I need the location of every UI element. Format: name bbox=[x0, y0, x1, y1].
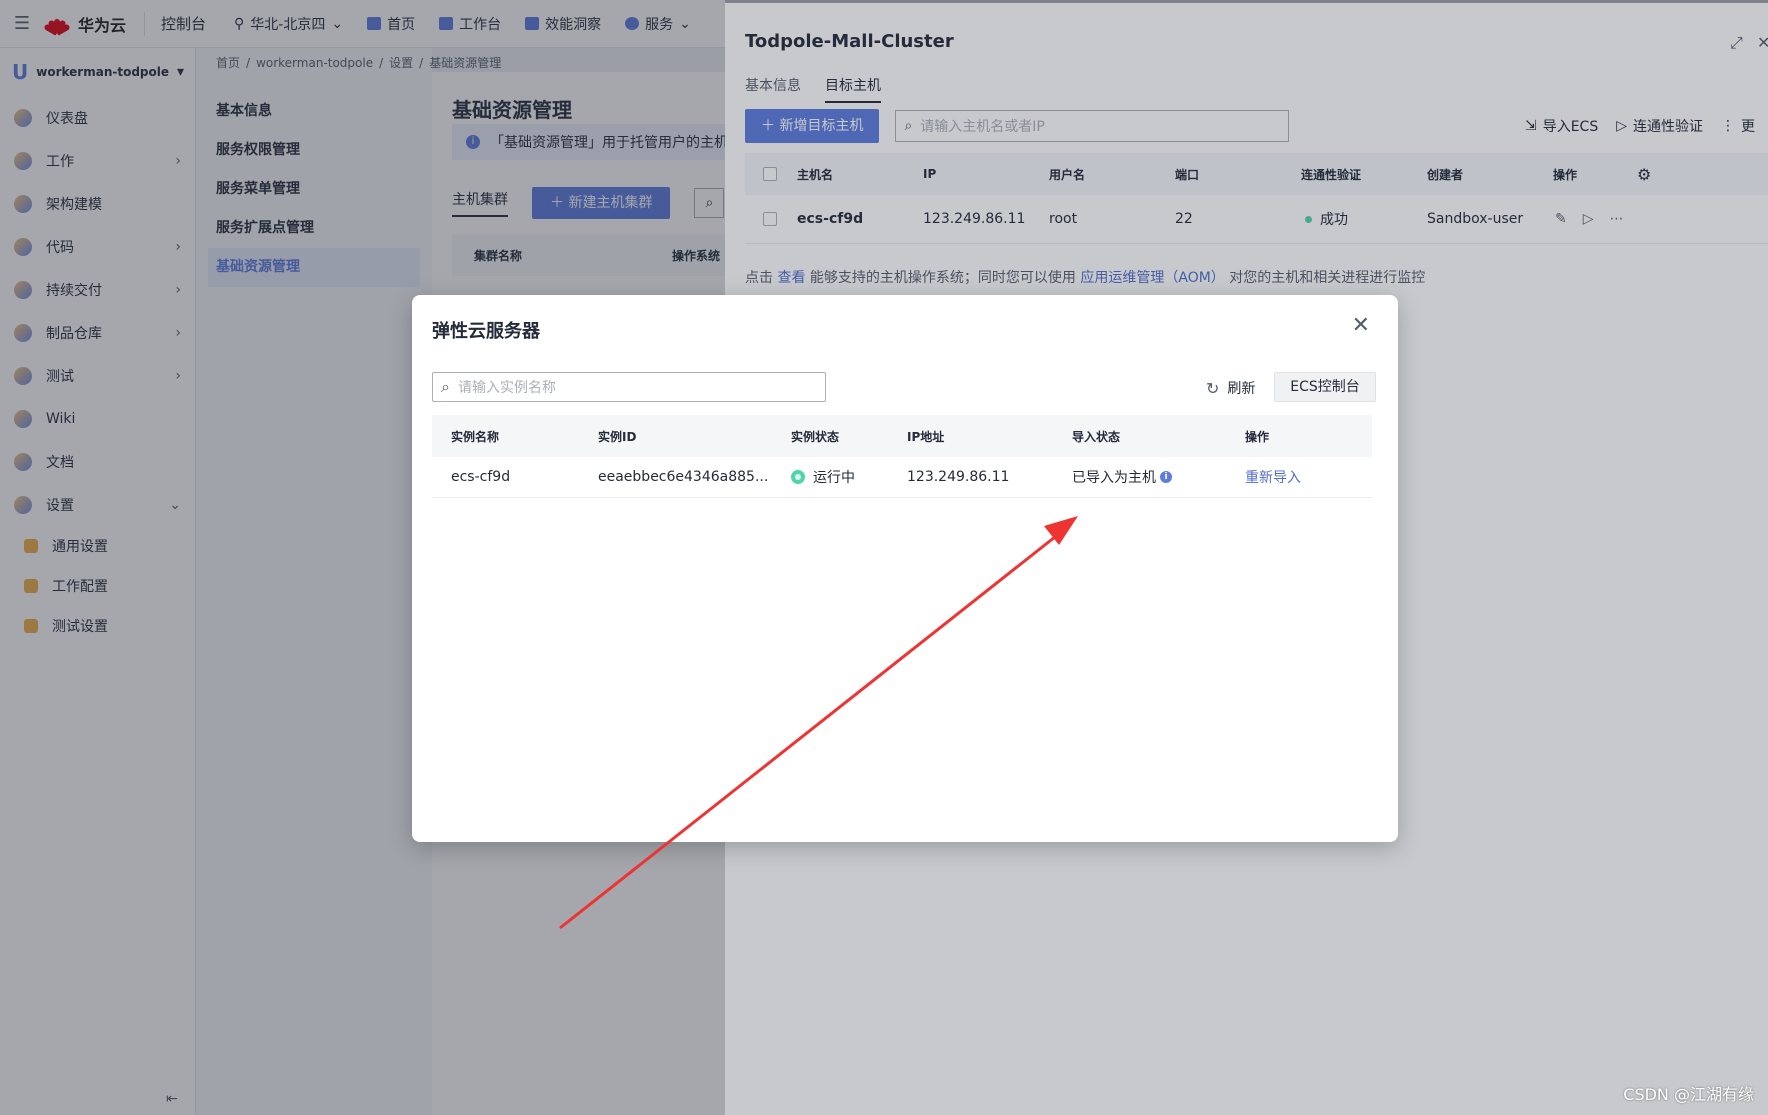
column-actions: 操作 bbox=[1245, 429, 1270, 444]
instance-state: 运行中 bbox=[791, 457, 855, 497]
import-state-label: 已导入为主机 bbox=[1072, 470, 1156, 486]
refresh-icon: ↻ bbox=[1206, 378, 1220, 398]
instance-search-input[interactable]: ⌕ 请输入实例名称 bbox=[432, 372, 826, 402]
instance-id: eeaebbec6e4346a885... bbox=[598, 469, 769, 485]
instance-ip: 123.249.86.11 bbox=[907, 469, 1010, 485]
running-status-icon bbox=[791, 470, 805, 484]
refresh-button[interactable]: ↻ 刷新 bbox=[1206, 373, 1255, 403]
column-instance-state: 实例状态 bbox=[791, 429, 840, 444]
column-ip-address: IP地址 bbox=[907, 429, 945, 444]
import-state: 已导入为主机 i bbox=[1072, 457, 1172, 497]
info-icon[interactable]: i bbox=[1160, 471, 1172, 483]
ecs-table-header: 实例名称 实例ID 实例状态 IP地址 导入状态 操作 bbox=[432, 415, 1372, 457]
ecs-console-button[interactable]: ECS控制台 bbox=[1274, 372, 1376, 402]
reimport-link[interactable]: 重新导入 bbox=[1245, 457, 1301, 497]
dialog-title: 弹性云服务器 bbox=[432, 321, 540, 342]
refresh-label: 刷新 bbox=[1227, 381, 1256, 397]
instance-search-placeholder: 请输入实例名称 bbox=[457, 380, 556, 396]
column-instance-name: 实例名称 bbox=[451, 429, 500, 444]
table-row: ecs-cf9d eeaebbec6e4346a885... 运行中 123.2… bbox=[432, 457, 1372, 498]
watermark: CSDN @江湖有缘 bbox=[1623, 1085, 1754, 1104]
instance-state-label: 运行中 bbox=[813, 470, 855, 486]
search-icon: ⌕ bbox=[441, 377, 450, 396]
column-import-state: 导入状态 bbox=[1072, 429, 1121, 444]
close-icon[interactable]: ✕ bbox=[1352, 313, 1370, 338]
instance-name: ecs-cf9d bbox=[451, 469, 511, 485]
ecs-dialog: 弹性云服务器 ✕ ⌕ 请输入实例名称 ↻ 刷新 ECS控制台 实例名称 实例ID… bbox=[412, 295, 1398, 842]
column-instance-id: 实例ID bbox=[598, 429, 637, 444]
